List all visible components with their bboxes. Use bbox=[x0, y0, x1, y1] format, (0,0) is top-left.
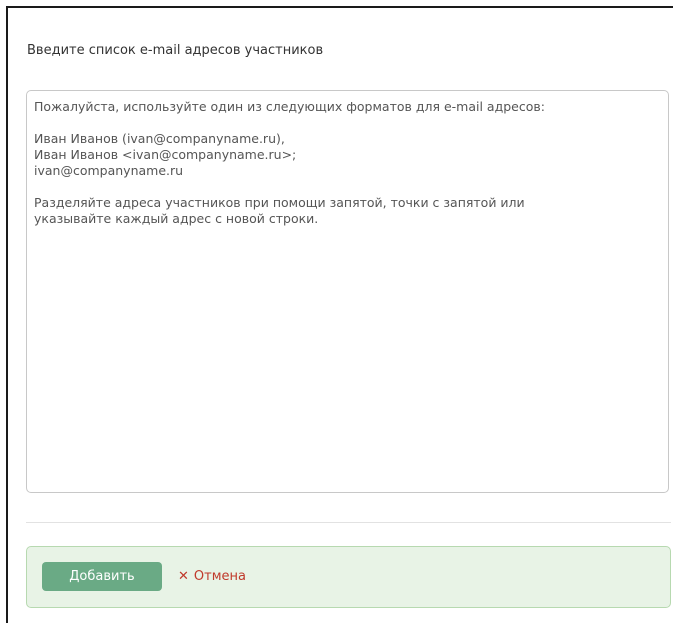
placeholder-line: указывайте каждый адрес с новой строки. bbox=[34, 211, 319, 226]
placeholder-line: Пожалуйста, используйте один из следующи… bbox=[34, 99, 545, 114]
close-icon: ✕ bbox=[178, 569, 189, 584]
footer-divider bbox=[26, 522, 671, 523]
email-list-label: Введите список e-mail адресов участников bbox=[27, 43, 324, 58]
dialog-footer: Добавить ✕ Отмена bbox=[26, 546, 671, 608]
placeholder-blank-line bbox=[34, 179, 661, 195]
email-list-textarea[interactable]: Пожалуйста, используйте один из следующи… bbox=[26, 90, 669, 493]
cancel-label: Отмена bbox=[193, 569, 246, 584]
placeholder-line: ivan@companyname.ru bbox=[34, 163, 184, 178]
add-participants-dialog: Введите список e-mail адресов участников… bbox=[8, 8, 673, 623]
placeholder-line: Иван Иванов (ivan@companyname.ru), bbox=[34, 131, 285, 146]
cancel-link[interactable]: ✕ Отмена bbox=[178, 569, 246, 584]
placeholder-blank-line bbox=[34, 115, 661, 131]
placeholder-line: Разделяйте адреса участников при помощи … bbox=[34, 195, 525, 210]
placeholder-line: Иван Иванов <ivan@companyname.ru>; bbox=[34, 147, 297, 162]
add-button[interactable]: Добавить bbox=[42, 562, 162, 591]
